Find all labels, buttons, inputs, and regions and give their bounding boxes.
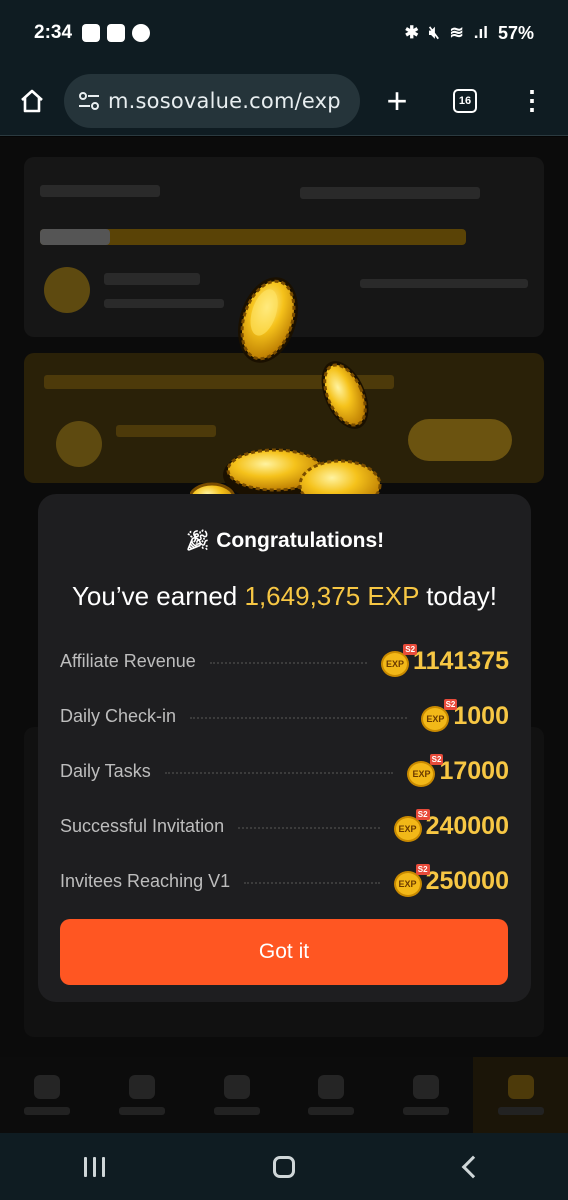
exp-coin-icon: EXP S2 <box>421 698 458 732</box>
row-label: Invitees Reaching V1 <box>60 871 231 891</box>
exp-total-placeholder <box>104 273 200 285</box>
modal-title-text: Congratulations! <box>216 528 385 552</box>
exp-row-affiliate-revenue: Affiliate Revenue EXP S2 1141375 <box>60 634 509 689</box>
row-value: EXP S2 250000 <box>393 863 509 897</box>
row-dotted-leader <box>190 716 408 719</box>
level-range-placeholder <box>300 187 480 199</box>
row-value: EXP S2 1141375 <box>381 643 509 677</box>
row-dotted-leader <box>209 661 368 664</box>
row-label: Successful Invitation <box>60 816 225 836</box>
nav-slot <box>0 1057 95 1133</box>
exp-breakdown-list: Affiliate Revenue EXP S2 1141375 Daily Ch… <box>60 634 509 909</box>
nav-slot <box>189 1057 284 1133</box>
gallery-notification-icon <box>82 24 101 42</box>
earned-amount: 1,649,375 EXP <box>244 581 419 611</box>
status-time: 2:34 <box>34 22 73 43</box>
row-value: EXP S2 240000 <box>393 808 509 842</box>
nav-slot <box>379 1057 474 1133</box>
row-label: Daily Tasks <box>60 761 151 781</box>
earned-suffix: today! <box>426 581 498 611</box>
status-bar: 2:34 ✱ 🔇︎ ≋ .ıl 57% <box>0 0 568 66</box>
system-status-icons: ✱ 🔇︎ ≋ .ıl 57% <box>405 23 534 44</box>
earned-prefix: You’ve earned <box>71 581 238 611</box>
modal-title: 🎉︎ Congratulations! <box>60 528 509 553</box>
phone-screen: 2:34 ✱ 🔇︎ ≋ .ıl 57% m.sosovalue.com/exp … <box>0 0 568 1200</box>
earned-summary: You’ve earned 1,649,375 EXP today! <box>60 581 509 612</box>
browser-toolbar: m.sosovalue.com/exp + 16 ⋮ <box>0 66 568 136</box>
nav-slot-active <box>473 1057 568 1133</box>
row-label: Daily Check-in <box>60 706 177 726</box>
battery-level: 57% <box>497 22 534 43</box>
exp-coin-placeholder <box>44 267 90 313</box>
kebab-menu-icon: ⋮ <box>519 85 545 115</box>
exp-coin-icon: EXP S2 <box>407 753 444 787</box>
exp-coin-icon: EXP S2 <box>393 808 430 842</box>
row-value: EXP S2 17000 <box>407 753 509 787</box>
row-dotted-leader <box>164 771 394 774</box>
home-icon <box>21 89 43 112</box>
bluetooth-icon: ✱ <box>404 23 419 42</box>
exp-coin-icon: EXP S2 <box>381 643 418 677</box>
exp-row-successful-invitation: Successful Invitation EXP S2 240000 <box>60 799 509 854</box>
back-button[interactable] <box>379 1155 568 1178</box>
exp-row-daily-tasks: Daily Tasks EXP S2 17000 <box>60 744 509 799</box>
s-app-notification-icon <box>132 24 151 42</box>
row-label: Affiliate Revenue <box>60 651 196 671</box>
row-amount: 250000 <box>425 867 509 895</box>
row-amount: 240000 <box>425 812 509 840</box>
mute-icon: 🔇︎ <box>428 23 440 42</box>
got-it-button[interactable]: Got it <box>60 919 508 985</box>
home-nav-button[interactable] <box>189 1155 378 1178</box>
row-dotted-leader <box>244 881 380 884</box>
exp-row-invitees-reaching-v1: Invitees Reaching V1 EXP S2 250000 <box>60 854 509 909</box>
party-popper-icon: 🎉︎ <box>184 530 211 552</box>
level-progress-start <box>40 229 110 245</box>
falling-coins-illustration <box>190 277 382 510</box>
wifi-icon: ≋ <box>449 23 464 42</box>
row-dotted-leader <box>238 826 380 829</box>
nav-slot <box>95 1057 190 1133</box>
new-tab-button[interactable]: + <box>362 80 432 122</box>
home-button[interactable] <box>0 66 64 136</box>
row-amount: 1141375 <box>413 647 509 675</box>
recents-button[interactable] <box>0 1156 189 1177</box>
congratulations-modal: 🎉︎ Congratulations! You’ve earned 1,649,… <box>38 494 531 1002</box>
level-title-placeholder <box>40 185 160 197</box>
browser-menu-button[interactable]: ⋮ <box>498 85 566 116</box>
recents-icon <box>84 1156 106 1177</box>
bottom-navigation-dimmed <box>0 1057 568 1133</box>
affiliate-detail-button-dimmed <box>408 419 512 461</box>
tabs-icon: 16 <box>453 88 477 113</box>
address-bar[interactable]: m.sosovalue.com/exp <box>64 73 360 128</box>
app-notification-icon <box>107 24 126 42</box>
url-text: m.sosovalue.com/exp <box>108 88 341 113</box>
notification-icons <box>82 24 151 42</box>
tabs-button[interactable]: 16 <box>432 88 498 113</box>
nav-slot <box>284 1057 379 1133</box>
affiliate-coin-placeholder <box>56 421 102 467</box>
back-chevron-icon <box>461 1155 485 1178</box>
row-amount: 1000 <box>453 702 509 730</box>
signal-icon: .ıl <box>473 23 488 42</box>
android-navigation-bar <box>0 1133 568 1200</box>
row-amount: 17000 <box>439 757 509 785</box>
home-circle-icon <box>272 1155 295 1178</box>
row-value: EXP S2 1000 <box>421 698 509 732</box>
tune-icon[interactable] <box>78 91 100 110</box>
plus-icon: + <box>386 79 408 121</box>
exp-row-daily-check-in: Daily Check-in EXP S2 1000 <box>60 689 509 744</box>
exp-coin-icon: EXP S2 <box>393 863 430 897</box>
